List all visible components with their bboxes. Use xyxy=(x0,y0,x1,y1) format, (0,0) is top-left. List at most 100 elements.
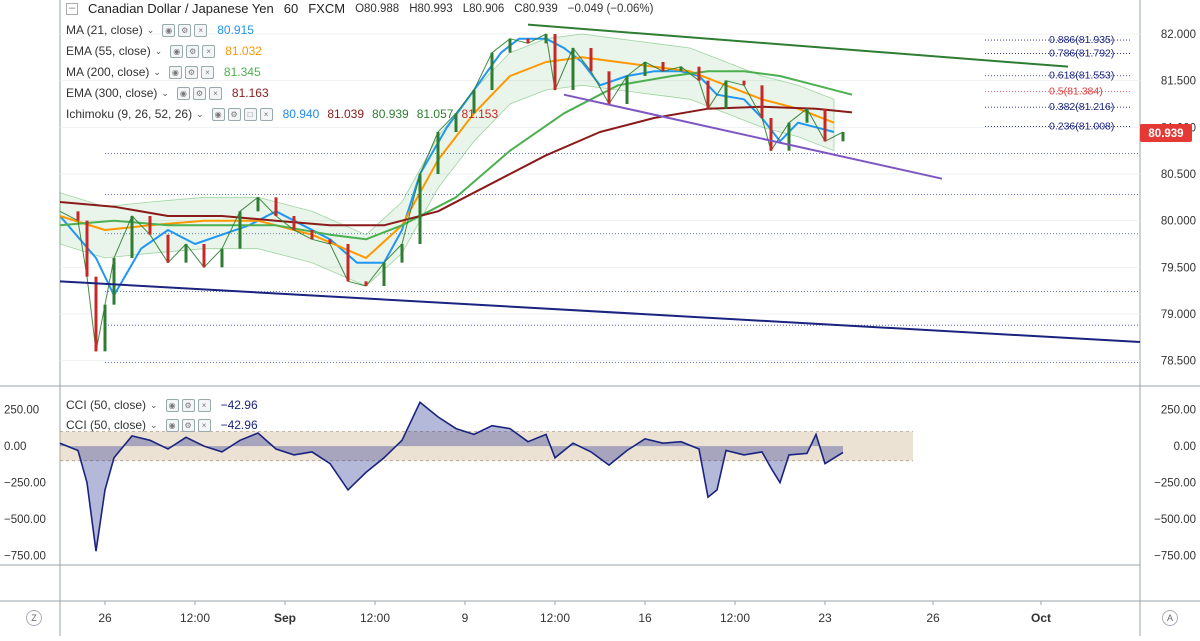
indicator-value: −42.96 xyxy=(220,398,258,412)
candle-body xyxy=(787,122,791,151)
interval-label[interactable]: 60 xyxy=(284,1,298,16)
candle-body xyxy=(841,132,845,142)
gear-icon[interactable]: ⚙ xyxy=(186,44,200,58)
candle-body xyxy=(184,244,188,263)
time-tick-label: 26 xyxy=(926,611,940,625)
change-value: −0.049 (−0.06%) xyxy=(567,2,654,15)
candle-body xyxy=(544,34,548,44)
close-icon[interactable]: × xyxy=(194,23,208,37)
candle-body xyxy=(760,85,764,118)
indicator-label: MA (200, close) xyxy=(66,65,150,79)
collapse-icon[interactable]: – xyxy=(66,2,78,15)
chevron-down-icon[interactable]: ⌄ xyxy=(153,67,161,78)
candle-body xyxy=(706,80,710,109)
candle-body xyxy=(742,80,746,86)
time-tick-label: 23 xyxy=(818,611,832,625)
settings-icon[interactable]: □ xyxy=(243,107,257,121)
cci-tick-right: −750.00 xyxy=(1154,551,1196,563)
fib-level-label: 0.5(81.384) xyxy=(1049,85,1103,97)
cci-tick-right: 250.00 xyxy=(1161,405,1196,417)
legend-ichimoku[interactable]: Ichimoku (9, 26, 52, 26) ⌄ ◉ ⚙ □ × 80.940 8… xyxy=(66,105,498,123)
candle-body xyxy=(679,66,683,72)
close-icon[interactable]: × xyxy=(202,44,216,58)
close-icon[interactable]: × xyxy=(208,86,222,100)
candle-body xyxy=(553,34,557,90)
chart-root[interactable]: 0.886(81.935) 0.786(81.792) 0.618(81.553) 0… xyxy=(0,0,1200,636)
gear-icon[interactable]: ⚙ xyxy=(181,418,195,432)
ichimoku-span-b-value: 81.153 xyxy=(461,107,499,121)
candle-body xyxy=(607,71,611,104)
candle-body xyxy=(256,197,260,212)
candle-body xyxy=(103,304,107,352)
eye-icon[interactable]: ◉ xyxy=(162,23,176,37)
eye-icon[interactable]: ◉ xyxy=(165,418,179,432)
fib-level-label: 0.618(81.553) xyxy=(1049,70,1114,82)
indicator-controls[interactable]: ◉ ⚙ □ × xyxy=(211,107,273,121)
chevron-down-icon[interactable]: ⌄ xyxy=(150,420,158,431)
candle-body xyxy=(400,244,404,263)
chevron-down-icon[interactable]: ⌄ xyxy=(150,400,158,411)
chevron-down-icon[interactable]: ⌄ xyxy=(196,109,204,120)
ichimoku-base-value: 81.039 xyxy=(327,107,365,121)
price-tick-label: 78.500 xyxy=(1161,356,1196,368)
candle-body xyxy=(166,234,170,263)
candle-body xyxy=(346,244,350,282)
indicator-controls[interactable]: ◉ ⚙ × xyxy=(165,418,211,432)
legend-cci-1[interactable]: CCI (50, close) ⌄ ◉ ⚙ × −42.96 xyxy=(66,396,258,414)
low-value: L80.906 xyxy=(462,2,505,15)
indicator-controls[interactable]: ◉ ⚙ × xyxy=(176,86,222,100)
candle-body xyxy=(274,197,278,216)
close-icon[interactable]: × xyxy=(197,398,211,412)
legend-ema300[interactable]: EMA (300, close) ⌄ ◉ ⚙ × 81.163 xyxy=(66,84,269,102)
indicator-value: 81.163 xyxy=(231,86,269,100)
gear-icon[interactable]: ⚙ xyxy=(227,107,241,121)
indicator-controls[interactable]: ◉ ⚙ × xyxy=(168,65,214,79)
chevron-down-icon[interactable]: ⌄ xyxy=(155,46,163,57)
time-tick-label: Oct xyxy=(1031,611,1051,625)
cci-tick-left: 0.00 xyxy=(4,441,26,453)
indicator-value: 80.915 xyxy=(217,23,254,37)
chevron-down-icon[interactable]: ⌄ xyxy=(161,88,169,99)
time-tick-label: 12:00 xyxy=(180,611,210,625)
legend-ma21[interactable]: MA (21, close) ⌄ ◉ ⚙ × 80.915 xyxy=(66,21,254,39)
eye-icon[interactable]: ◉ xyxy=(211,107,225,121)
candle-body xyxy=(625,76,629,104)
indicator-value: 81.345 xyxy=(223,65,261,79)
eye-icon[interactable]: ◉ xyxy=(170,44,184,58)
eye-icon[interactable]: ◉ xyxy=(176,86,190,100)
legend-ma200[interactable]: MA (200, close) ⌄ ◉ ⚙ × 81.345 xyxy=(66,63,261,81)
time-tick-label: 26 xyxy=(98,611,112,625)
timezone-button[interactable]: Z xyxy=(26,610,42,626)
cci-tick-right: −500.00 xyxy=(1154,514,1196,526)
candle-body xyxy=(238,211,242,249)
cci-tick-right: −250.00 xyxy=(1154,478,1196,490)
last-price-label: 80.939 xyxy=(1140,124,1192,143)
fib-level-label: 0.886(81.935) xyxy=(1049,34,1114,46)
eye-icon[interactable]: ◉ xyxy=(168,65,182,79)
indicator-label: EMA (55, close) xyxy=(66,44,151,58)
eye-icon[interactable]: ◉ xyxy=(165,398,179,412)
indicator-label: Ichimoku (9, 26, 52, 26) xyxy=(66,107,193,121)
legend-cci-2[interactable]: CCI (50, close) ⌄ ◉ ⚙ × −42.96 xyxy=(66,416,258,434)
gear-icon[interactable]: ⚙ xyxy=(181,398,195,412)
candle-body xyxy=(436,132,440,174)
candle-body xyxy=(643,62,647,76)
close-icon[interactable]: × xyxy=(200,65,214,79)
close-icon[interactable]: × xyxy=(259,107,273,121)
gear-icon[interactable]: ⚙ xyxy=(184,65,198,79)
price-tick-label: 82.000 xyxy=(1161,29,1196,41)
indicator-controls[interactable]: ◉ ⚙ × xyxy=(165,398,211,412)
candle-body xyxy=(823,108,827,142)
cci-tick-right: 0.00 xyxy=(1174,441,1196,453)
candle-body xyxy=(661,62,665,72)
auto-scale-button[interactable]: A xyxy=(1162,610,1178,626)
close-icon[interactable]: × xyxy=(197,418,211,432)
indicator-controls[interactable]: ◉ ⚙ × xyxy=(162,23,208,37)
candle-body xyxy=(148,216,152,235)
gear-icon[interactable]: ⚙ xyxy=(178,23,192,37)
gear-icon[interactable]: ⚙ xyxy=(192,86,206,100)
chevron-down-icon[interactable]: ⌄ xyxy=(147,25,155,36)
legend-ema55[interactable]: EMA (55, close) ⌄ ◉ ⚙ × 81.032 xyxy=(66,42,262,60)
close-value: C80.939 xyxy=(514,2,558,15)
indicator-controls[interactable]: ◉ ⚙ × xyxy=(170,44,216,58)
